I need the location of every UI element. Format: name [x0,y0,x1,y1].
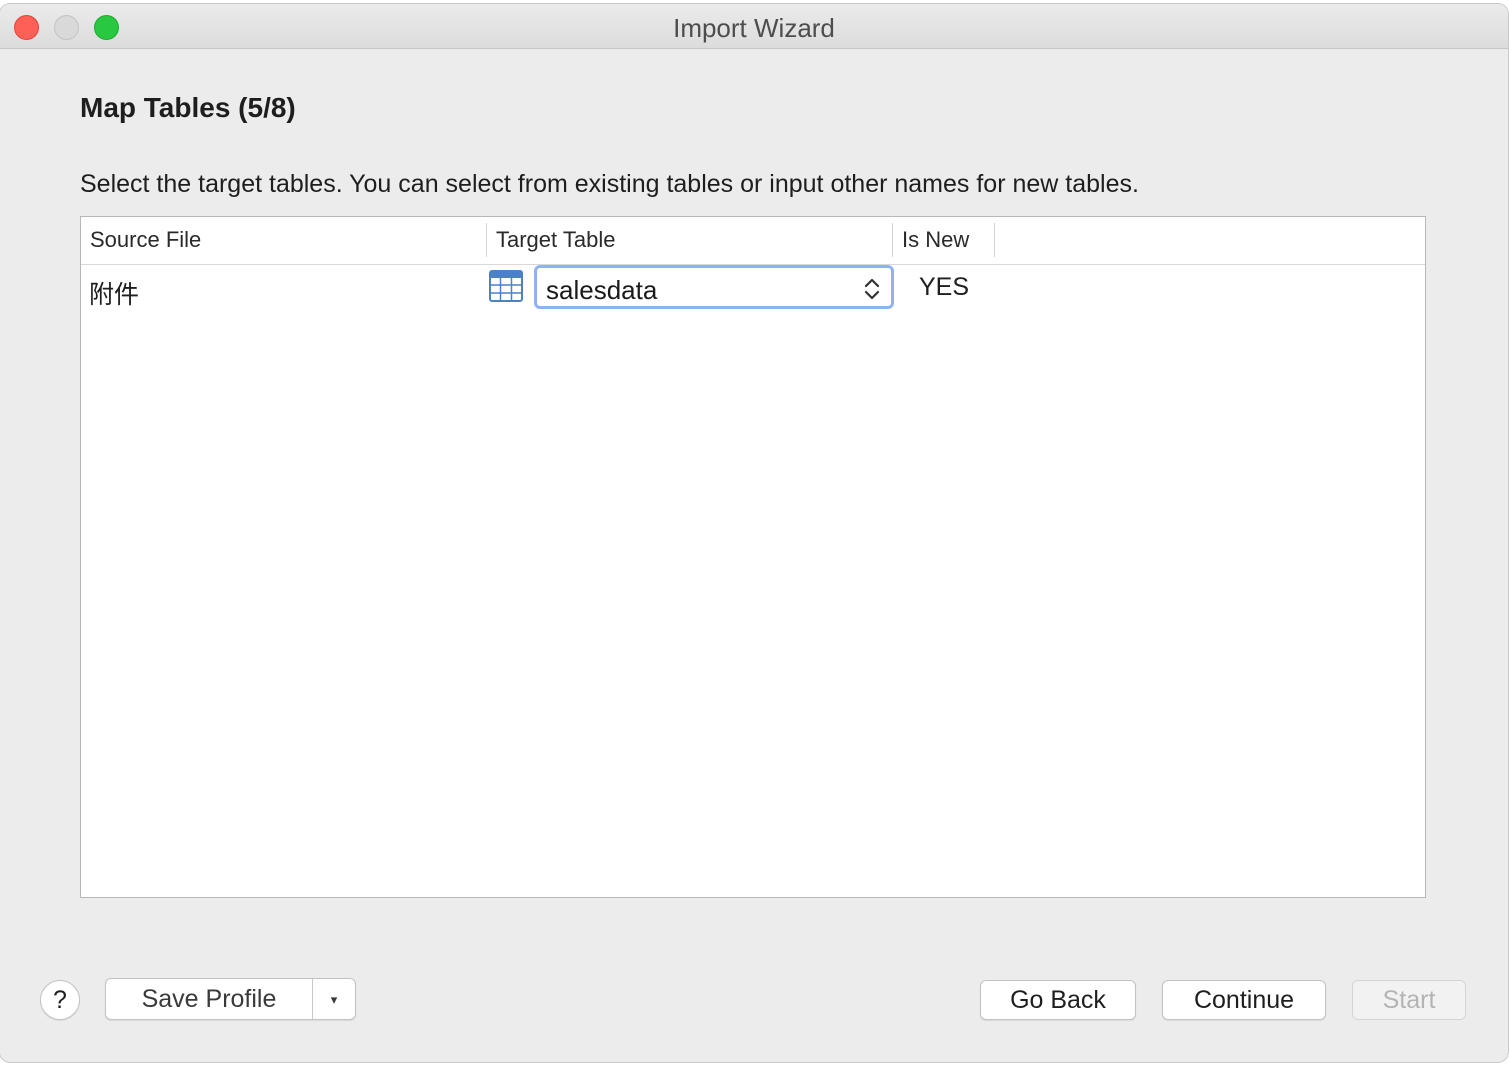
chevron-down-icon[interactable]: ▾ [313,979,355,1019]
up-down-chevron-icon[interactable] [863,275,881,303]
page-title: Map Tables (5/8) [80,92,296,123]
save-profile-split-button: Save Profile ▾ [105,978,356,1020]
instructions-text: Select the target tables. You can select… [80,170,1139,198]
table-grid-icon [489,270,523,302]
column-header-target-table[interactable]: Target Table [487,217,893,264]
source-file-cell: 附件 [89,281,140,309]
column-header-source-file[interactable]: Source File [81,217,487,264]
save-profile-button[interactable]: Save Profile [106,979,312,1019]
import-wizard-window: Import Wizard Map Tables (5/8) Select th… [0,4,1508,1062]
continue-button[interactable]: Continue [1162,980,1326,1020]
go-back-button[interactable]: Go Back [980,980,1136,1020]
column-header-is-new[interactable]: Is New [893,217,995,264]
window-title: Import Wizard [673,13,835,43]
target-table-combobox[interactable]: salesdata [534,265,894,309]
target-table-value: salesdata [546,275,658,305]
mapping-table: Source File Target Table Is New 附件 sales… [80,216,1426,898]
column-divider[interactable] [994,223,995,257]
is-new-cell: YES [919,273,970,301]
help-button[interactable]: ? [40,980,80,1020]
title-bar[interactable]: Import Wizard [0,4,1508,49]
table-header: Source File Target Table Is New [81,217,1425,265]
start-button[interactable]: Start [1352,980,1466,1020]
